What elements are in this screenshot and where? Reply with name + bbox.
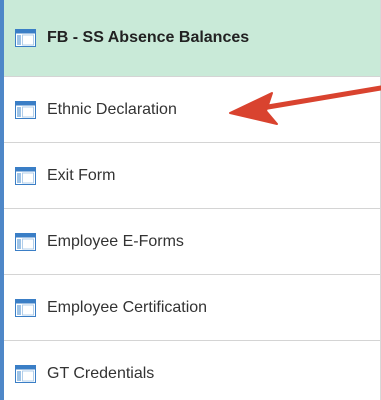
window-icon [15, 166, 36, 185]
menu-item-label: Employee E-Forms [47, 232, 184, 250]
window-icon [15, 298, 36, 317]
menu-item-label: Ethnic Declaration [47, 100, 177, 118]
menu-item-fb-ss-absence-balances[interactable]: FB - SS Absence Balances [4, 0, 380, 77]
menu-panel: FB - SS Absence Balances Ethnic Declarat… [0, 0, 381, 400]
menu-item-ethnic-declaration[interactable]: Ethnic Declaration [4, 77, 380, 143]
window-icon [15, 29, 36, 47]
menu-item-label: FB - SS Absence Balances [47, 29, 250, 46]
menu-item-label: Exit Form [47, 166, 116, 184]
menu-item-gt-credentials[interactable]: GT Credentials [4, 341, 380, 400]
menu-item-employee-e-forms[interactable]: Employee E-Forms [4, 209, 380, 275]
menu-item-exit-form[interactable]: Exit Form [4, 143, 380, 209]
menu-item-label: Employee Certification [47, 298, 208, 316]
menu-item-label: GT Credentials [47, 365, 155, 382]
window-icon [15, 100, 36, 119]
window-icon [15, 365, 36, 383]
window-icon [15, 232, 36, 251]
menu-item-employee-certification[interactable]: Employee Certification [4, 275, 380, 341]
